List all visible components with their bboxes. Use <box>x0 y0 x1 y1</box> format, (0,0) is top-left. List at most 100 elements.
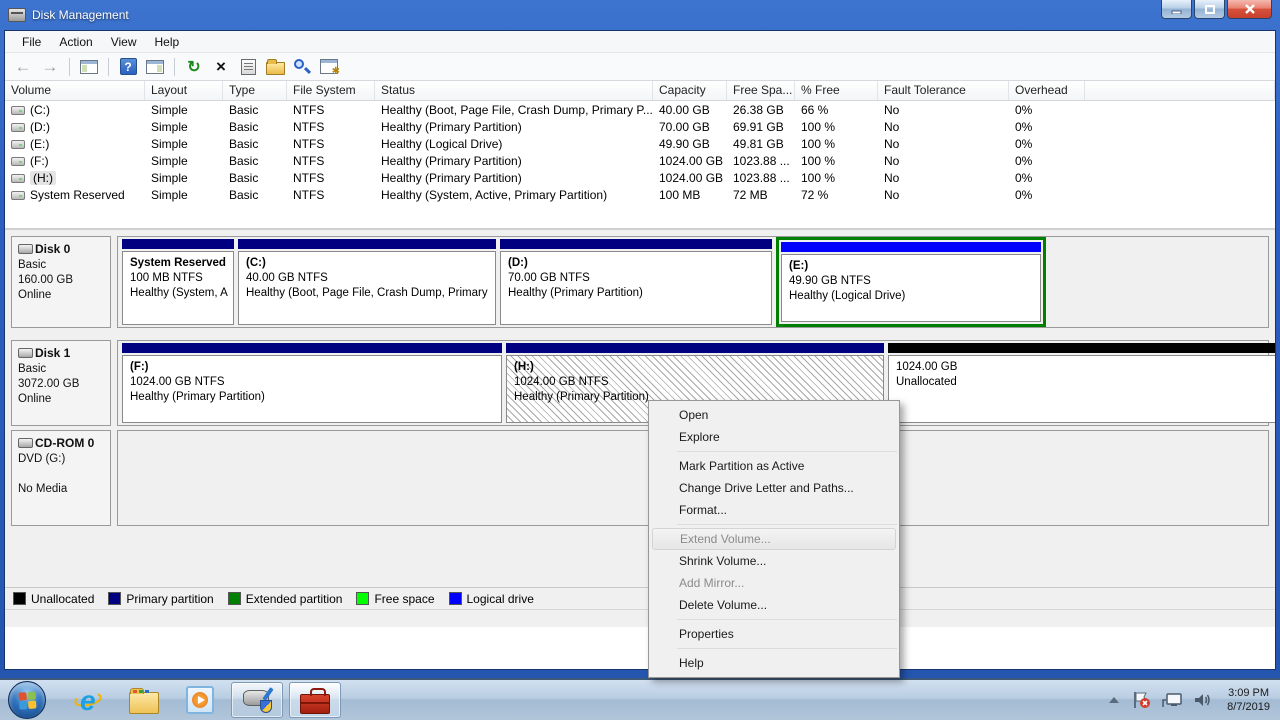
maximize-button[interactable] <box>1194 0 1225 19</box>
legend-primary-partition: Primary partition <box>108 592 213 606</box>
show-action-pane-button[interactable] <box>143 56 167 78</box>
disk-icon <box>18 348 33 358</box>
menu-delete-volume[interactable]: Delete Volume... <box>649 594 899 616</box>
cell-capacity: 49.90 GB <box>653 137 727 151</box>
back-button[interactable]: ← <box>11 56 35 78</box>
volume-row-e[interactable]: (E:) Simple Basic NTFS Healthy (Logical … <box>5 135 1275 152</box>
disk-0-label[interactable]: Disk 0 Basic 160.00 GB Online <box>11 236 111 328</box>
partition-d[interactable]: (D:)70.00 GB NTFSHealthy (Primary Partit… <box>500 239 772 325</box>
col-freespace[interactable]: Free Spa... <box>727 81 795 100</box>
col-volume[interactable]: Volume <box>5 81 145 100</box>
cell-fs: NTFS <box>287 188 375 202</box>
taskbar-media-player[interactable] <box>180 681 220 719</box>
extended-swatch <box>228 592 241 605</box>
minimize-icon <box>1171 5 1183 14</box>
legend-free-space: Free space <box>356 592 434 606</box>
restore-icon <box>1204 4 1216 14</box>
menu-shrink-volume[interactable]: Shrink Volume... <box>649 550 899 572</box>
taskbar-internet-explorer[interactable]: e <box>68 681 108 719</box>
settings-icon <box>320 59 338 74</box>
cell-volume: (D:) <box>30 120 50 134</box>
col-layout[interactable]: Layout <box>145 81 223 100</box>
partition-system-reserved[interactable]: System Reserved100 MB NTFSHealthy (Syste… <box>122 239 234 325</box>
settings-button[interactable] <box>317 56 341 78</box>
menu-properties[interactable]: Properties <box>649 623 899 645</box>
start-button[interactable] <box>8 681 46 719</box>
taskbar: e <box>0 678 1280 720</box>
disk-kind: DVD (G:) <box>18 452 104 467</box>
col-filler <box>1085 81 1275 100</box>
show-console-tree-button[interactable] <box>77 56 101 78</box>
cell-free: 72 MB <box>727 188 795 202</box>
col-pctfree[interactable]: % Free <box>795 81 878 100</box>
status-strip <box>5 609 1275 627</box>
toolbox-icon <box>300 694 330 714</box>
col-capacity[interactable]: Capacity <box>653 81 727 100</box>
col-filesystem[interactable]: File System <box>287 81 375 100</box>
menu-open[interactable]: Open <box>649 404 899 426</box>
volume-row-h-selected[interactable]: (H:) Simple Basic NTFS Healthy (Primary … <box>5 169 1275 186</box>
legend-bar: Unallocated Primary partition Extended p… <box>5 587 1275 609</box>
cell-volume: System Reserved <box>30 188 125 202</box>
find-button[interactable] <box>290 56 314 78</box>
menu-format[interactable]: Format... <box>649 499 899 521</box>
volume-list: Volume Layout Type File System Status Ca… <box>5 81 1275 229</box>
minimize-button[interactable] <box>1161 0 1192 19</box>
network-button[interactable] <box>1161 691 1183 709</box>
taskbar-toolbox[interactable] <box>289 682 341 718</box>
partition-e-extended[interactable]: (E:)49.90 GB NTFSHealthy (Logical Drive) <box>776 237 1046 327</box>
open-button[interactable] <box>263 56 287 78</box>
close-icon <box>1244 4 1256 14</box>
disk-1-row: Disk 1 Basic 3072.00 GB Online (F:)1024.… <box>11 340 1269 426</box>
show-hidden-icons-button[interactable] <box>1107 695 1121 705</box>
titlebar[interactable]: Disk Management <box>0 0 1280 30</box>
volume-row-c[interactable]: (C:) Simple Basic NTFS Healthy (Boot, Pa… <box>5 101 1275 118</box>
forward-button[interactable]: → <box>38 56 62 78</box>
menu-file[interactable]: File <box>13 33 50 51</box>
disk-1-label[interactable]: Disk 1 Basic 3072.00 GB Online <box>11 340 111 426</box>
cell-pctfree: 100 % <box>795 171 878 185</box>
app-icon <box>8 8 26 22</box>
taskbar-disk-management[interactable] <box>231 682 283 718</box>
cdrom-0-label[interactable]: CD-ROM 0 DVD (G:) No Media <box>11 430 111 526</box>
menu-action[interactable]: Action <box>50 33 101 51</box>
close-button[interactable] <box>1227 0 1272 19</box>
menu-extend-volume[interactable]: Extend Volume... <box>652 528 896 550</box>
menu-help[interactable]: Help <box>649 652 899 674</box>
disk-name: Disk 1 <box>35 346 70 360</box>
menu-change-drive-letter[interactable]: Change Drive Letter and Paths... <box>649 477 899 499</box>
partition-unallocated[interactable]: 1024.00 GBUnallocated <box>888 343 1276 423</box>
cell-free: 26.38 GB <box>727 103 795 117</box>
taskbar-windows-explorer[interactable] <box>124 681 164 719</box>
console-tree-icon <box>80 60 98 74</box>
refresh-icon: ↻ <box>187 57 200 77</box>
menu-help[interactable]: Help <box>146 33 189 51</box>
col-faulttolerance[interactable]: Fault Tolerance <box>878 81 1009 100</box>
menu-view[interactable]: View <box>102 33 146 51</box>
menu-mark-partition-active[interactable]: Mark Partition as Active <box>649 455 899 477</box>
toolbar: ← → ? ↻ × <box>5 53 1275 81</box>
delete-button[interactable]: × <box>209 56 233 78</box>
menu-explore[interactable]: Explore <box>649 426 899 448</box>
primary-partition-bar <box>506 343 884 353</box>
taskbar-clock[interactable]: 3:09 PM 8/7/2019 <box>1223 686 1270 714</box>
action-pane-icon <box>146 60 164 74</box>
refresh-button[interactable]: ↻ <box>182 56 206 78</box>
menu-add-mirror[interactable]: Add Mirror... <box>649 572 899 594</box>
properties-button[interactable] <box>236 56 260 78</box>
cell-capacity: 1024.00 GB <box>653 171 727 185</box>
col-overhead[interactable]: Overhead <box>1009 81 1085 100</box>
col-status[interactable]: Status <box>375 81 653 100</box>
volume-row-d[interactable]: (D:) Simple Basic NTFS Healthy (Primary … <box>5 118 1275 135</box>
col-type[interactable]: Type <box>223 81 287 100</box>
help-button[interactable]: ? <box>116 56 140 78</box>
cell-fault: No <box>878 103 1009 117</box>
action-center-button[interactable] <box>1131 691 1151 709</box>
volume-button[interactable] <box>1193 691 1213 709</box>
disk-name: CD-ROM 0 <box>35 436 94 450</box>
volume-row-system-reserved[interactable]: System Reserved Simple Basic NTFS Health… <box>5 186 1275 203</box>
volume-row-f[interactable]: (F:) Simple Basic NTFS Healthy (Primary … <box>5 152 1275 169</box>
partition-f[interactable]: (F:)1024.00 GB NTFSHealthy (Primary Part… <box>122 343 502 423</box>
partition-c[interactable]: (C:)40.00 GB NTFSHealthy (Boot, Page Fil… <box>238 239 496 325</box>
partition-context-menu: Open Explore Mark Partition as Active Ch… <box>648 400 900 678</box>
